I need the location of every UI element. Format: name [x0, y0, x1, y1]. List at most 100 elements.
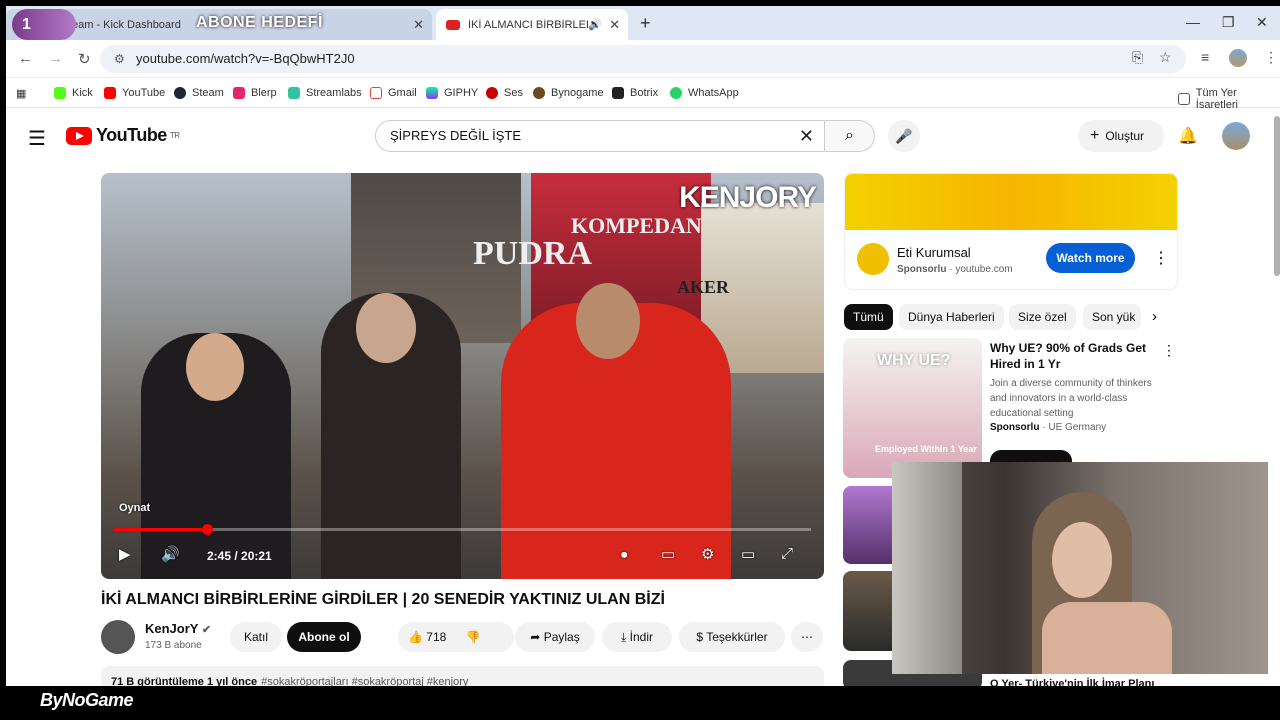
speaker-icon: 🔊	[588, 19, 602, 31]
subtitles-icon[interactable]: ▭	[661, 545, 675, 563]
gmail-icon	[370, 87, 382, 99]
chip-all[interactable]: Tümü	[844, 304, 893, 330]
thumbs-down-icon[interactable]: 👎	[466, 630, 481, 644]
bookmark-gmail[interactable]: Gmail	[370, 87, 417, 99]
webcam-person-body	[1042, 602, 1172, 674]
view-count: 71 B görüntüleme 1 yıl önce	[111, 676, 258, 686]
new-tab-button[interactable]: +	[640, 13, 651, 34]
install-icon[interactable]: ⎘	[1132, 49, 1143, 66]
chip-recent[interactable]: Son yük	[1083, 304, 1141, 330]
chevron-right-icon[interactable]: ›	[1152, 308, 1157, 325]
hamburger-menu-icon[interactable]: ☰	[28, 126, 46, 151]
folder-icon	[1178, 93, 1190, 105]
bookmark-blerp[interactable]: Blerp	[233, 87, 277, 99]
theater-mode-icon[interactable]: ▭	[741, 545, 755, 563]
subscribe-button[interactable]: Abone ol	[287, 622, 361, 652]
minimize-icon[interactable]: —	[1186, 14, 1200, 30]
voice-search-button[interactable]: 🎤	[888, 120, 920, 152]
more-options-icon[interactable]: ⋮	[1162, 342, 1176, 359]
ad-banner-image	[845, 174, 1177, 230]
bookmark-streamlabs[interactable]: Streamlabs	[288, 87, 362, 99]
search-icon: ⌕	[845, 127, 854, 144]
close-window-icon[interactable]: ✕	[1256, 14, 1268, 31]
region-code: TR	[169, 131, 180, 140]
play-tooltip: Oynat	[119, 502, 151, 514]
bookmark-kick[interactable]: Kick	[54, 87, 93, 99]
bookmark-star-icon[interactable]: ☆	[1159, 49, 1172, 66]
volume-icon[interactable]: 🔊	[161, 545, 180, 563]
storefront-sign: KOMPEDAN	[571, 213, 702, 238]
bookmark-botrix[interactable]: Botrix	[612, 87, 658, 99]
forward-icon[interactable]: →	[48, 50, 63, 67]
download-button[interactable]: ⤓ İndir	[602, 622, 672, 652]
search-button[interactable]: ⌕	[825, 120, 875, 152]
youtube-icon	[104, 87, 116, 99]
like-dislike-group: 👍 718 👎	[398, 622, 514, 652]
storefront-sign: AKER	[677, 277, 730, 297]
fullscreen-icon[interactable]: ⤢	[781, 545, 793, 562]
share-button[interactable]: ➦ Paylaş	[515, 622, 595, 652]
bookmark-whatsapp[interactable]: WhatsApp	[670, 87, 739, 99]
rec-title[interactable]: O Yer- Türkiye'nin İlk İmar Planı	[990, 678, 1154, 686]
apps-icon[interactable]: ▦	[16, 87, 26, 100]
thumb-caption: Employed Within 1 Year	[875, 444, 977, 454]
maximize-icon[interactable]: ❐	[1222, 14, 1235, 31]
ad-subtitle: Sponsorlu · youtube.com	[897, 264, 1013, 275]
chip-for-you[interactable]: Size özel	[1009, 304, 1076, 330]
media-control-icon[interactable]: ≡	[1201, 49, 1209, 65]
bookmark-steam[interactable]: Steam	[174, 87, 224, 99]
youtube-header: ☰ YouTube TR ŞİPREYS DEĞİL İŞTE ✕ ⌕ 🎤 + O…	[6, 108, 1280, 164]
tab-youtube-video[interactable]: İKİ ALMANCI BİRBİRLERİNE 🔊 ✕	[436, 9, 628, 40]
sponsored-ad[interactable]: Eti Kurumsal Sponsorlu · youtube.com Wat…	[844, 173, 1178, 290]
rec-thumbnail[interactable]: WHY UE? Employed Within 1 Year	[843, 338, 982, 478]
video-player[interactable]: PUDRA KOMPEDAN AKER KENJORY Oynat ▶ 🔊 2:…	[101, 173, 824, 579]
chip-world-news[interactable]: Dünya Haberleri	[899, 304, 1004, 330]
channel-name[interactable]: KenJorY ✔	[145, 621, 211, 636]
download-icon: ⤓	[621, 630, 627, 644]
autoplay-toggle[interactable]: ⏺	[621, 547, 628, 563]
settings-gear-icon[interactable]: ⚙	[701, 545, 714, 563]
scrollbar[interactable]	[1274, 116, 1280, 276]
verified-icon: ✔	[201, 624, 212, 636]
more-options-icon[interactable]: ⋮	[1153, 248, 1169, 268]
close-icon[interactable]: ✕	[413, 17, 424, 33]
more-actions-button[interactable]: ⋯	[791, 622, 823, 652]
channel-avatar[interactable]	[101, 620, 135, 654]
address-bar[interactable]: ⚙ youtube.com/watch?v=-BqQbwHT2J0	[100, 45, 1186, 73]
webcam-overlay	[892, 462, 1268, 674]
play-icon[interactable]: ▶	[119, 545, 131, 563]
thanks-button[interactable]: $ Teşekkürler	[679, 622, 785, 652]
youtube-wordmark: YouTube	[96, 125, 167, 145]
bookmark-youtube[interactable]: YouTube	[104, 87, 165, 99]
progress-bar[interactable]	[113, 524, 811, 535]
close-icon[interactable]: ✕	[609, 17, 620, 33]
site-settings-icon[interactable]: ⚙	[114, 45, 125, 73]
back-icon[interactable]: ←	[18, 50, 33, 67]
bookmark-giphy[interactable]: GIPHY	[426, 87, 478, 99]
profile-avatar[interactable]	[1229, 49, 1247, 67]
notifications-bell-icon[interactable]: 🔔	[1178, 126, 1198, 146]
streamlabs-icon	[288, 87, 300, 99]
menu-icon[interactable]: ⋮	[1264, 49, 1278, 66]
like-button[interactable]: 👍 718	[408, 630, 446, 644]
bookmark-bynogame[interactable]: Bynogame	[533, 87, 604, 99]
rec-meta: Sponsorlu · UE Germany	[990, 422, 1107, 433]
thumb-headline: WHY UE?	[877, 352, 951, 369]
stream-goal-title: ABONE HEDEFİ	[196, 14, 323, 31]
join-button[interactable]: Katıl	[230, 622, 282, 652]
bookmark-ses[interactable]: Ses	[486, 87, 523, 99]
search-input[interactable]: ŞİPREYS DEĞİL İŞTE ✕	[375, 120, 825, 152]
create-button[interactable]: + Oluştur	[1078, 120, 1164, 152]
reload-icon[interactable]: ↻	[78, 50, 91, 68]
url-text: youtube.com/watch?v=-BqQbwHT2J0	[136, 51, 355, 66]
rec-title[interactable]: Why UE? 90% of Grads Get Hired in 1 Yr	[990, 340, 1160, 372]
channel-watermark: KENJORY	[679, 181, 817, 214]
account-avatar[interactable]	[1222, 122, 1250, 150]
hashtags[interactable]: #sokakröportajları #sokakröportaj #kenjo…	[261, 676, 468, 686]
description-box[interactable]: 71 B görüntüleme 1 yıl önce #sokakröporta…	[101, 666, 824, 686]
youtube-logo[interactable]: YouTube TR	[66, 125, 180, 146]
stream-goal-badge: 1	[12, 9, 76, 40]
plus-icon: +	[1090, 127, 1100, 144]
watch-more-button[interactable]: Watch more	[1046, 243, 1135, 273]
clear-search-icon[interactable]: ✕	[799, 121, 814, 151]
